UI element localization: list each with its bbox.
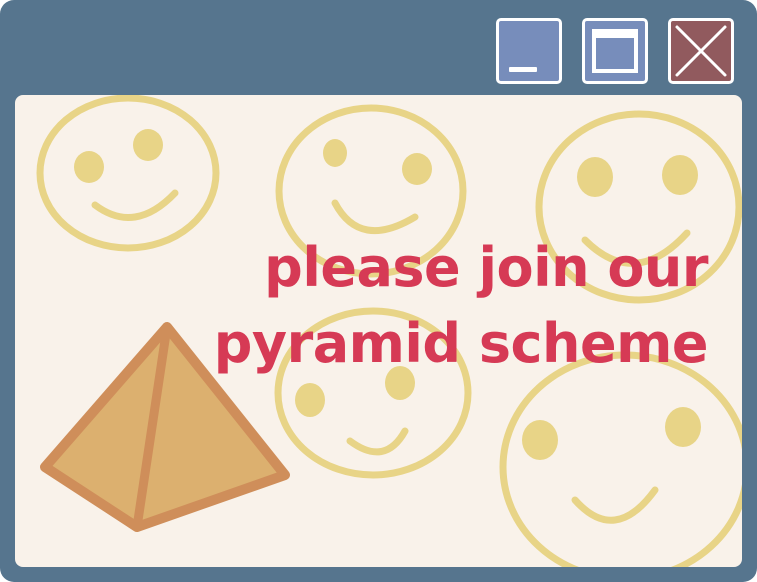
smiley-face-icon xyxy=(499,351,742,567)
smiley-face-icon xyxy=(36,95,220,252)
close-button[interactable] xyxy=(668,18,734,84)
minimize-icon xyxy=(509,67,537,72)
app-window: please join our pyramid scheme xyxy=(0,0,757,582)
maximize-button[interactable] xyxy=(582,18,648,84)
maximize-icon xyxy=(592,29,638,73)
message-text: please join our pyramid scheme xyxy=(195,230,709,382)
minimize-button[interactable] xyxy=(496,18,562,84)
window-content: please join our pyramid scheme xyxy=(15,95,742,567)
close-icon xyxy=(675,25,727,77)
message-line-2: pyramid scheme xyxy=(213,312,709,375)
message-line-1: please join our xyxy=(264,236,708,299)
